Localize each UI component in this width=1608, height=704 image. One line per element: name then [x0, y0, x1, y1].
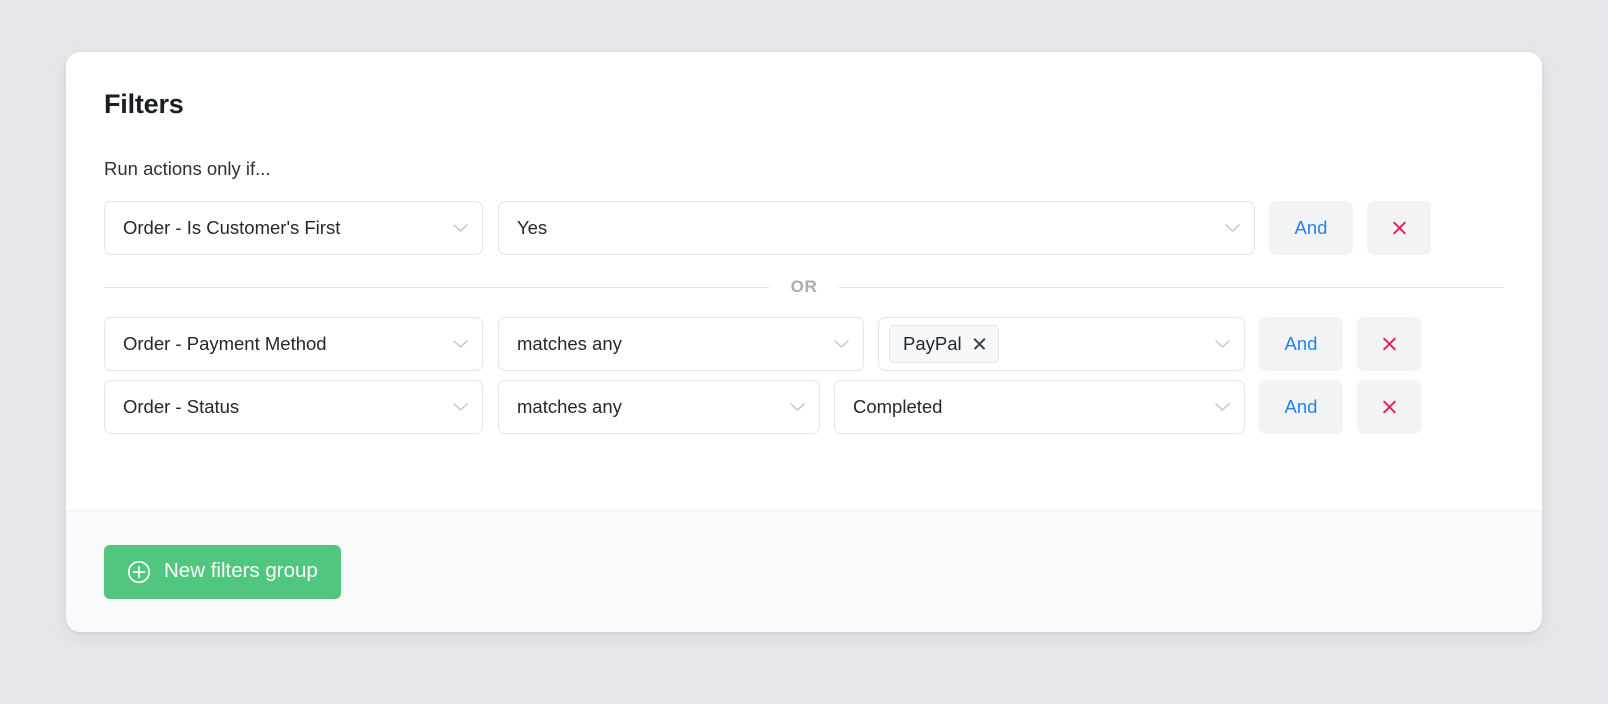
filter-operator-label: matches any — [517, 333, 622, 354]
filter-value-label: Yes — [517, 217, 548, 238]
close-icon — [1381, 336, 1398, 353]
filter-subject-select[interactable]: Order - Status — [104, 380, 483, 434]
selected-tag[interactable]: PayPal — [889, 325, 999, 363]
remove-filter-button[interactable] — [1367, 201, 1431, 255]
chevron-down-icon — [453, 340, 468, 349]
filters-card-body: Filters Run actions only if... Order - I… — [66, 52, 1542, 510]
new-filters-group-label: New filters group — [164, 559, 318, 583]
chevron-down-icon — [1215, 340, 1230, 349]
or-label: OR — [790, 277, 818, 296]
chevron-down-icon — [834, 340, 849, 349]
filter-value-select[interactable]: Completed — [834, 380, 1245, 434]
page-title: Filters — [104, 89, 184, 119]
selected-tag-label: PayPal — [903, 332, 962, 354]
add-and-condition-button[interactable]: And — [1259, 380, 1343, 434]
filter-operator-label: matches any — [517, 396, 622, 417]
chevron-down-icon — [453, 403, 468, 412]
filter-group-1: Order - Is Customer's First Yes And — [104, 201, 1504, 255]
filter-subject-label: Order - Status — [123, 396, 240, 417]
filter-value-label: Completed — [853, 396, 943, 417]
plus-circle-icon — [127, 560, 151, 584]
add-and-condition-button[interactable]: And — [1259, 317, 1343, 371]
filters-card: Filters Run actions only if... Order - I… — [66, 52, 1542, 632]
filter-value-multiselect[interactable]: PayPal — [878, 317, 1245, 371]
filters-subtitle: Run actions only if... — [104, 158, 271, 179]
close-icon — [1381, 399, 1398, 416]
divider-line-right — [839, 286, 1505, 288]
filter-row: Order - Payment Method matches any PayPa… — [104, 317, 1504, 371]
filter-row: Order - Is Customer's First Yes And — [104, 201, 1504, 255]
chevron-down-icon — [790, 403, 805, 412]
chevron-down-icon — [453, 224, 468, 233]
remove-tag-icon[interactable] — [971, 336, 987, 352]
page-root: Filters Run actions only if... Order - I… — [0, 0, 1608, 704]
filters-card-footer: New filters group — [66, 510, 1542, 632]
or-divider: OR — [104, 277, 1505, 297]
chevron-down-icon — [1215, 403, 1230, 412]
new-filters-group-button[interactable]: New filters group — [104, 544, 341, 599]
chevron-down-icon — [1225, 224, 1240, 233]
filter-subject-select[interactable]: Order - Is Customer's First — [104, 201, 483, 255]
filter-group-2: Order - Payment Method matches any PayPa… — [104, 317, 1504, 434]
remove-filter-button[interactable] — [1357, 380, 1421, 434]
filter-operator-select[interactable]: matches any — [498, 317, 864, 371]
add-and-condition-button[interactable]: And — [1269, 201, 1353, 255]
filter-subject-label: Order - Is Customer's First — [123, 217, 341, 238]
filter-operator-select[interactable]: matches any — [498, 380, 820, 434]
divider-line-left — [104, 286, 769, 288]
filter-value-select[interactable]: Yes — [498, 201, 1255, 255]
filter-subject-select[interactable]: Order - Payment Method — [104, 317, 483, 371]
filter-subject-label: Order - Payment Method — [123, 333, 327, 354]
close-icon — [1391, 220, 1408, 237]
remove-filter-button[interactable] — [1357, 317, 1421, 371]
filter-row: Order - Status matches any Completed And — [104, 380, 1504, 434]
